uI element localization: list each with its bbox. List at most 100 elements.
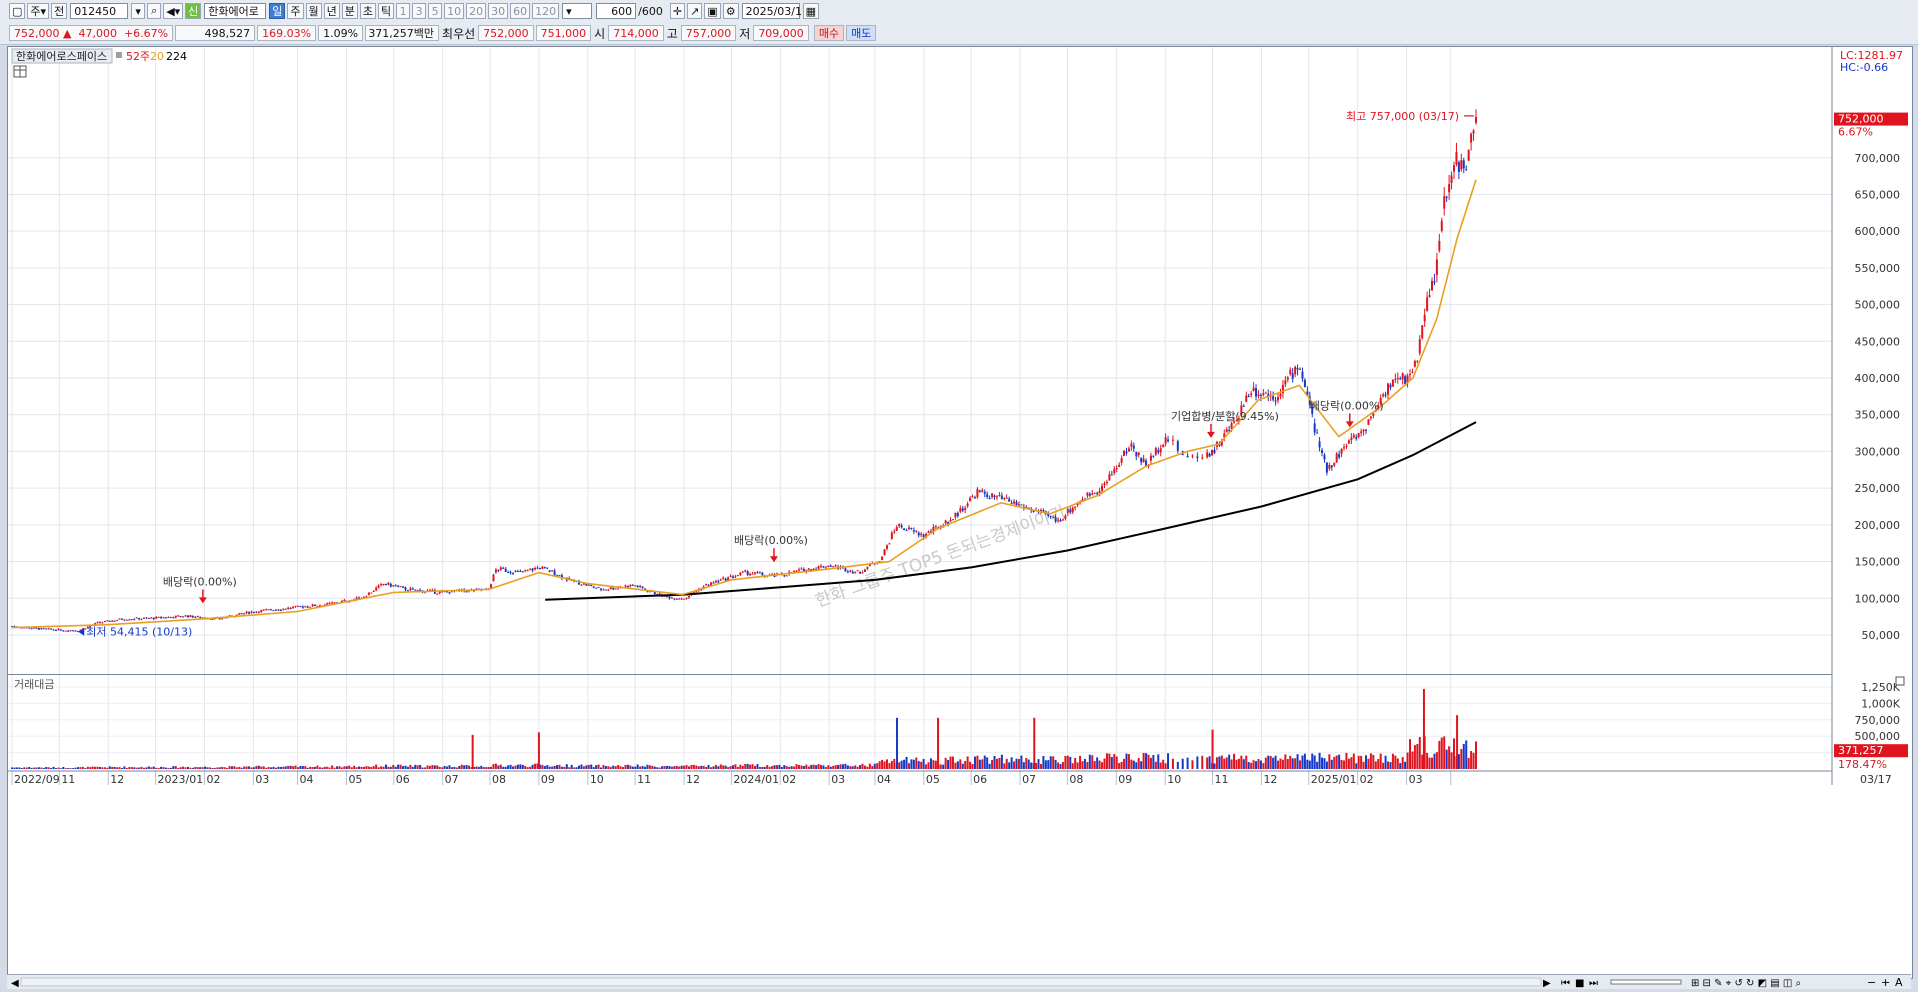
candle-body xyxy=(1460,160,1463,170)
candle-body xyxy=(988,498,991,500)
candle-body xyxy=(900,525,903,528)
candle-body xyxy=(964,507,967,510)
chart-area[interactable]: 한화 그룹주 TOP5 돈되는경제이야기 배당락(0.00%) 배당락(0.00%… xyxy=(7,46,1913,979)
candle-body xyxy=(138,618,141,620)
volume-bar xyxy=(844,763,847,769)
volume-bar xyxy=(1247,762,1250,769)
number-button[interactable]: 30 xyxy=(488,3,509,19)
prefix-select[interactable]: 전 xyxy=(51,3,68,19)
period-select[interactable]: 주 ▾ xyxy=(27,3,50,19)
font-size-icon[interactable]: A xyxy=(1895,976,1903,989)
candle-body xyxy=(116,619,119,621)
candle-body xyxy=(1101,485,1104,491)
date-input[interactable]: 2025/03/17 xyxy=(741,3,809,19)
zoom-slider[interactable] xyxy=(1610,979,1682,985)
scroll-right-icon[interactable]: ▶ xyxy=(1543,978,1551,989)
candle-body xyxy=(372,590,375,592)
draw-line-icon[interactable]: ↗ xyxy=(687,3,703,19)
candle-body xyxy=(678,598,681,600)
volume-bar xyxy=(309,766,312,769)
interval-tab[interactable]: 월 xyxy=(305,3,322,19)
crosshair-icon[interactable]: ✛ xyxy=(669,3,686,19)
volume-bar xyxy=(893,758,896,769)
count-input[interactable]: 600 xyxy=(596,3,637,19)
stock-code-input[interactable]: 012450 xyxy=(70,3,129,19)
y-tick-label: 600,000 xyxy=(1855,225,1901,238)
interval-tab[interactable]: 분 xyxy=(341,3,358,19)
stop-icon[interactable]: ■ xyxy=(1575,978,1584,989)
candle-body xyxy=(182,616,185,618)
volume-bar xyxy=(487,767,490,769)
pane-close-icon[interactable] xyxy=(1895,676,1905,686)
scroll-left-icon[interactable]: ◀ xyxy=(11,978,19,989)
interval-tab[interactable]: 일 xyxy=(269,3,286,19)
zoom-tools-icon[interactable]: ⊞ ⊟ ✎ ⌖ ↺ ↻ ◩ ▤ ◫ ⌕ xyxy=(1691,978,1801,989)
interval-tab[interactable]: 틱 xyxy=(378,3,395,19)
volume-bar xyxy=(922,758,925,769)
scroll-track[interactable] xyxy=(20,977,1542,987)
volume-bar xyxy=(255,765,258,769)
volume-bar xyxy=(1064,755,1067,769)
calendar-icon[interactable]: ▦ xyxy=(802,3,819,19)
candle-body xyxy=(1103,483,1106,486)
speaker-icon[interactable]: ◀▾ xyxy=(163,3,184,19)
candle-body xyxy=(898,523,901,526)
candle-body xyxy=(910,527,913,530)
interval-tab[interactable]: 초 xyxy=(359,3,377,19)
rewind-icon[interactable]: ⏮ xyxy=(1561,978,1570,989)
volume-bar xyxy=(1115,756,1118,769)
volume-bar xyxy=(580,764,583,769)
interval-tab[interactable]: 주 xyxy=(287,3,304,19)
save-icon[interactable]: ▣ xyxy=(704,3,721,19)
candle-body xyxy=(1318,441,1321,448)
volume-spike xyxy=(1033,717,1036,769)
volume-bar xyxy=(976,755,979,769)
zoom-in-icon[interactable]: + xyxy=(1881,976,1890,989)
candle-body xyxy=(157,616,160,618)
volume-bar xyxy=(1396,758,1399,769)
volume-bar xyxy=(211,768,214,769)
forward-icon[interactable]: ⏭ xyxy=(1589,978,1598,989)
window-icon[interactable]: ▢ xyxy=(9,3,26,19)
volume-bar xyxy=(1069,756,1072,769)
volume-bar xyxy=(551,766,554,769)
price-chart-svg[interactable]: 한화 그룹주 TOP5 돈되는경제이야기 배당락(0.00%)배당락(0.00%… xyxy=(8,47,1912,975)
volume-bar xyxy=(406,766,409,769)
buy-button[interactable]: 매수 xyxy=(813,25,845,41)
number-button[interactable]: 60 xyxy=(510,3,531,19)
y-tick-label: 550,000 xyxy=(1855,262,1901,275)
volume-bar xyxy=(1384,755,1387,769)
candle-body xyxy=(328,602,331,604)
volume-bar xyxy=(196,767,199,769)
number-button[interactable]: 10 xyxy=(444,3,465,19)
zoom-out-icon[interactable]: − xyxy=(1867,976,1876,989)
volume-bar xyxy=(274,767,277,769)
volume-bar xyxy=(1352,753,1355,769)
volume-bar xyxy=(802,766,805,769)
sell-button[interactable]: 매도 xyxy=(846,25,877,41)
volume-bar xyxy=(969,761,972,769)
candle-body xyxy=(1438,240,1441,251)
candle-body xyxy=(629,584,632,587)
candle-body xyxy=(1250,393,1253,396)
stock-name-field[interactable]: 한화에어로 xyxy=(204,3,267,19)
number-button[interactable]: 5 xyxy=(428,3,443,19)
candle-body xyxy=(67,630,70,632)
search-icon[interactable]: ⌕ xyxy=(147,3,162,19)
dropdown-arrow-icon[interactable]: ▾ xyxy=(131,3,146,19)
number-button[interactable]: 3 xyxy=(412,3,427,19)
volume-bar xyxy=(1042,756,1045,769)
candle-body xyxy=(761,572,764,576)
chart-scrollbar[interactable]: ◀ ▶ ⏮ ■ ⏭ ⊞ ⊟ ✎ ⌖ ↺ ↻ ◩ ▤ ◫ ⌕ − + A xyxy=(7,974,1911,989)
candle-body xyxy=(1453,165,1456,172)
candle-body xyxy=(680,598,683,600)
blank-select[interactable]: ▾ xyxy=(562,3,593,19)
candle-body xyxy=(817,566,820,569)
number-button[interactable]: 1 xyxy=(396,3,411,19)
toolbar-top: ▢ 주 ▾ 전 012450 ▾ ⌕ ◀▾ 신 한화에어로 일주월년분초틱 135… xyxy=(0,0,1918,23)
volume-bar xyxy=(983,755,986,769)
gear-icon[interactable]: ⚙ xyxy=(722,3,739,19)
interval-tab[interactable]: 년 xyxy=(323,3,340,19)
number-button[interactable]: 20 xyxy=(466,3,487,19)
number-button[interactable]: 120 xyxy=(532,3,560,19)
